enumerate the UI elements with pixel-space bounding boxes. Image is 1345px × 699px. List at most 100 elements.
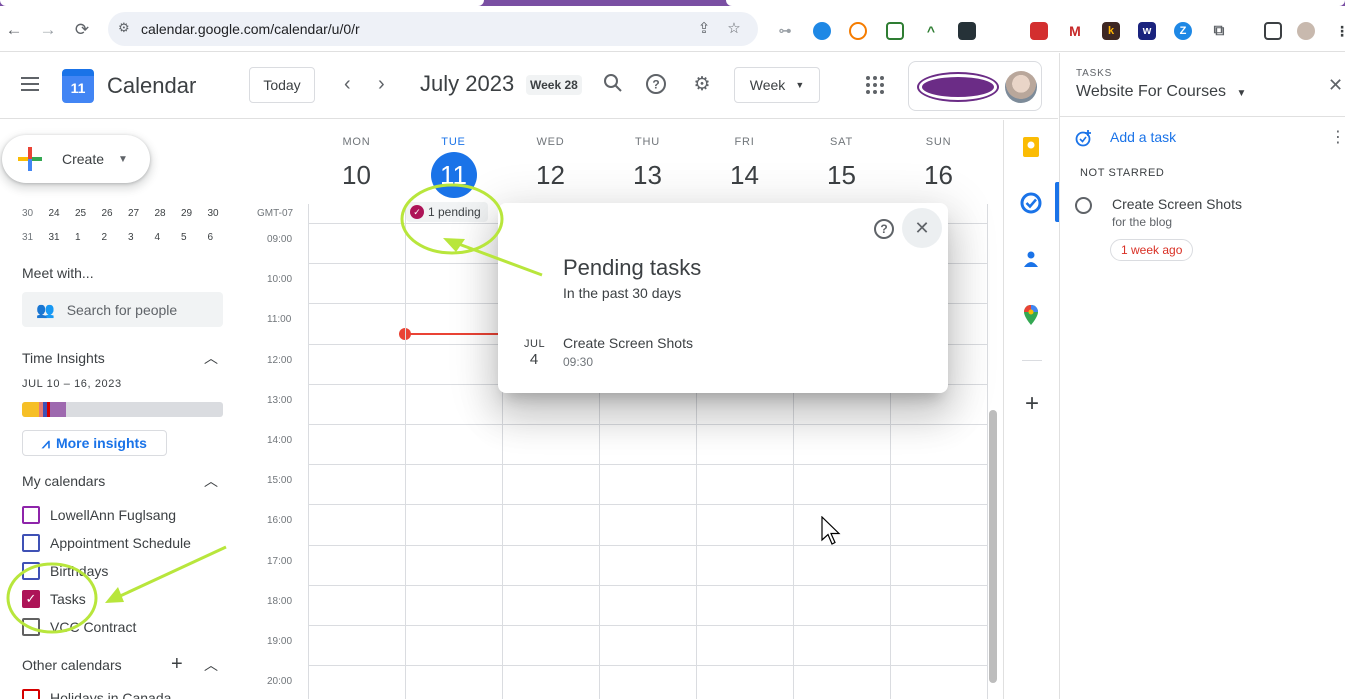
mini-calendar-day[interactable]: 29 (181, 208, 208, 219)
back-arrow-icon[interactable]: ← (2, 18, 26, 42)
chevron-left-icon[interactable]: ‹ (344, 73, 351, 96)
maps-icon[interactable] (1020, 304, 1044, 328)
my-calendar-item[interactable]: ✓ Tasks (22, 588, 86, 610)
day-header[interactable]: THU 13 (599, 120, 696, 198)
address-bar[interactable]: ⚙ calendar.google.com/calendar/u/0/r ⇪ ☆ (108, 12, 758, 46)
search-people-input[interactable]: 👥 Search for people (22, 292, 223, 327)
get-addons-plus-icon[interactable]: + (1020, 392, 1044, 416)
bookmark-star-icon[interactable]: ☆ (724, 19, 744, 39)
share-icon[interactable]: ⇪ (694, 19, 714, 39)
day-header[interactable]: FRI 14 (696, 120, 793, 198)
google-apps-icon[interactable] (866, 76, 884, 94)
address-url[interactable]: calendar.google.com/calendar/u/0/r (141, 21, 360, 37)
my-calendar-item[interactable]: Appointment Schedule (22, 532, 191, 554)
my-calendar-item[interactable]: VCC Contract (22, 616, 136, 638)
my-calendar-item[interactable]: Birthdays (22, 560, 108, 582)
day-number[interactable]: 11 (430, 152, 477, 198)
pending-task-title[interactable]: Create Screen Shots (563, 335, 693, 351)
help-icon[interactable]: ? (644, 73, 668, 97)
day-header[interactable]: SUN 16 (890, 120, 987, 198)
account-avatar[interactable] (1005, 71, 1037, 103)
close-panel-icon[interactable]: ✕ (1328, 75, 1343, 96)
mini-calendar-day[interactable]: 1 (75, 232, 102, 243)
day-number[interactable]: 16 (916, 152, 962, 198)
account-switcher[interactable] (908, 61, 1042, 111)
keep-icon[interactable] (1020, 136, 1044, 160)
extension-icon[interactable]: M (1066, 22, 1084, 40)
close-icon[interactable]: ✕ (902, 208, 942, 248)
mini-calendar-day[interactable]: 3 (128, 232, 155, 243)
view-selector[interactable]: Week ▼ (734, 67, 820, 103)
add-task-button[interactable]: Add a task (1110, 129, 1176, 145)
search-icon[interactable] (601, 73, 625, 97)
add-task-icon[interactable] (1075, 129, 1095, 149)
extension-icon[interactable] (994, 22, 1012, 40)
extension-icon[interactable]: ^ (922, 22, 940, 40)
side-panel-icon[interactable] (1264, 22, 1282, 40)
extension-icon[interactable]: w (1138, 22, 1156, 40)
mini-calendar-day[interactable]: 5 (181, 232, 208, 243)
chevron-up-icon[interactable]: ︿ (204, 655, 218, 675)
pending-tasks-chip[interactable]: ✓ 1 pending (406, 202, 488, 222)
calendar-checkbox[interactable]: ✓ (22, 590, 40, 608)
mini-calendar-day[interactable]: 24 (49, 208, 76, 219)
mini-calendar-day[interactable]: 27 (128, 208, 155, 219)
mini-calendar-day[interactable]: 31 (49, 232, 76, 243)
extension-icon[interactable] (813, 22, 831, 40)
today-button[interactable]: Today (249, 67, 315, 103)
calendar-checkbox[interactable] (22, 562, 40, 580)
day-number[interactable]: 13 (625, 152, 671, 198)
reload-icon[interactable]: ⟳ (70, 18, 94, 42)
site-info-icon[interactable]: ⚙ (118, 20, 136, 38)
calendar-checkbox[interactable] (22, 689, 40, 699)
chevron-up-icon[interactable]: ︿ (204, 348, 218, 368)
mini-calendar-day[interactable]: 6 (208, 232, 235, 243)
time-insights-title[interactable]: Time Insights (22, 350, 105, 366)
contacts-icon[interactable] (1020, 248, 1044, 272)
mini-calendar-day[interactable]: 2 (102, 232, 129, 243)
task-title[interactable]: Create Screen Shots (1112, 196, 1242, 212)
extension-icon[interactable] (849, 22, 867, 40)
day-header[interactable]: WED 12 (502, 120, 599, 198)
calendar-checkbox[interactable] (22, 506, 40, 524)
puzzle-icon[interactable]: ⧉ (1210, 22, 1228, 40)
tasks-icon[interactable] (1020, 192, 1044, 216)
grid-scrollbar[interactable] (989, 410, 997, 683)
calendar-checkbox[interactable] (22, 618, 40, 636)
mini-calendar-day[interactable]: 26 (102, 208, 129, 219)
day-number[interactable]: 15 (819, 152, 865, 198)
task-due-chip[interactable]: 1 week ago (1110, 239, 1194, 261)
other-calendars-title[interactable]: Other calendars (22, 657, 122, 673)
my-calendar-item[interactable]: LowellAnn Fuglsang (22, 504, 176, 526)
day-number[interactable]: 12 (528, 152, 574, 198)
forward-arrow-icon[interactable]: → (36, 18, 60, 42)
calendar-logo[interactable]: 11 (62, 69, 94, 103)
day-number[interactable]: 10 (334, 152, 380, 198)
task-list-selector[interactable]: Website For Courses ▼ (1076, 83, 1246, 101)
insights-bar[interactable] (22, 402, 223, 417)
mini-calendar-day[interactable]: 30 (208, 208, 235, 219)
add-calendar-plus-icon[interactable]: + (171, 653, 183, 676)
extension-icon[interactable] (886, 22, 904, 40)
extension-icon[interactable] (1030, 22, 1048, 40)
extension-icon[interactable]: k (1102, 22, 1120, 40)
day-number[interactable]: 14 (722, 152, 768, 198)
mini-calendar-day[interactable]: 28 (155, 208, 182, 219)
chevron-right-icon[interactable]: › (378, 73, 385, 96)
more-options-icon[interactable]: ⋮ (1330, 127, 1345, 147)
mini-calendar-day[interactable]: 4 (155, 232, 182, 243)
extension-icon[interactable] (958, 22, 976, 40)
my-calendars-title[interactable]: My calendars (22, 473, 105, 489)
other-calendar-item[interactable]: Holidays in Canada (22, 687, 171, 699)
calendar-checkbox[interactable] (22, 534, 40, 552)
more-insights-button[interactable]: ⩘ More insights (22, 430, 167, 456)
settings-gear-icon[interactable]: ⚙ (690, 73, 714, 97)
extension-icon[interactable]: Z (1174, 22, 1192, 40)
day-header[interactable]: SAT 15 (793, 120, 890, 198)
extension-icon[interactable]: ⊶ (776, 22, 794, 40)
day-header[interactable]: MON 10 (308, 120, 405, 198)
task-complete-checkbox[interactable] (1075, 197, 1092, 214)
profile-avatar[interactable] (1297, 22, 1315, 40)
chevron-up-icon[interactable]: ︿ (204, 471, 218, 491)
help-icon[interactable]: ? (874, 219, 894, 239)
